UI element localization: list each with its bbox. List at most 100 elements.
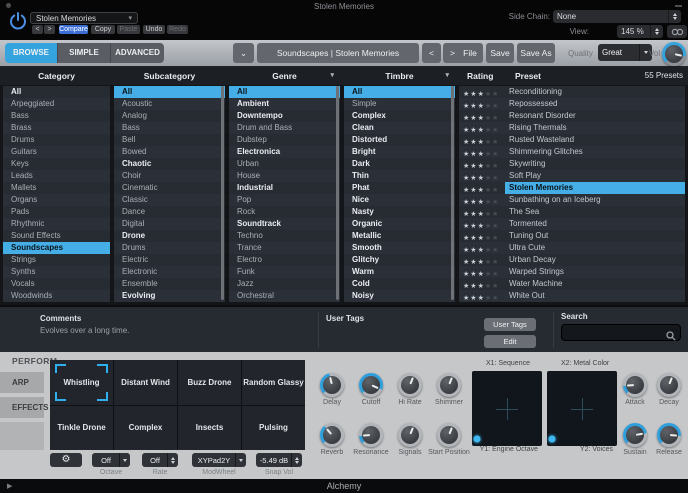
side-chain-dropdown[interactable]: None xyxy=(553,10,681,23)
category-item[interactable]: Strings xyxy=(3,254,110,266)
tab-arp[interactable]: ARP xyxy=(0,372,44,393)
preset-name[interactable]: Soft Play xyxy=(505,170,685,182)
genre-item[interactable]: Techno xyxy=(229,230,340,242)
next-preset-button[interactable]: > xyxy=(44,25,55,34)
tab-effects[interactable]: EFFECTS xyxy=(0,397,48,418)
subcategory-item[interactable]: Drone xyxy=(114,230,225,242)
genre-item[interactable]: Ambient xyxy=(229,98,340,110)
category-item[interactable]: Keys xyxy=(3,158,110,170)
category-item[interactable]: Rhythmic xyxy=(3,218,110,230)
control-button[interactable]: ⚙ Off xyxy=(92,453,130,467)
snapshot-pad[interactable]: Buzz Drone xyxy=(178,360,241,405)
preset-name[interactable]: Stolen Memories xyxy=(505,182,685,194)
timbre-item[interactable]: Thin xyxy=(344,170,455,182)
search-icon[interactable] xyxy=(666,328,676,346)
genre-item[interactable]: Soundtrack xyxy=(229,218,340,230)
preset-name[interactable]: Urban Decay xyxy=(505,254,685,266)
timbre-item[interactable]: Organic xyxy=(344,218,455,230)
redo-button[interactable]: Redo xyxy=(167,25,188,34)
xy-dot[interactable] xyxy=(548,435,556,443)
chevron-down-icon[interactable]: ▾ xyxy=(330,67,334,85)
genre-item[interactable]: Dubstep xyxy=(229,134,340,146)
preset-name[interactable]: Shimmering Glitches xyxy=(505,146,685,158)
prev-preset-nav-button[interactable]: < xyxy=(422,43,441,63)
preset-browser-chevron-button[interactable]: ⌄ xyxy=(233,43,254,63)
view-zoom-dropdown[interactable]: 145 % xyxy=(617,25,663,38)
category-item[interactable]: Vocals xyxy=(3,278,110,290)
xy-pad[interactable] xyxy=(472,371,542,446)
genre-item[interactable]: Orchestral xyxy=(229,290,340,302)
genre-item[interactable]: Drum and Bass xyxy=(229,122,340,134)
genre-item[interactable]: Industrial xyxy=(229,182,340,194)
subcategory-item[interactable]: Cinematic xyxy=(114,182,225,194)
timbre-item[interactable]: Glitchy xyxy=(344,254,455,266)
snapshot-pad[interactable]: Pulsing xyxy=(242,405,305,450)
category-item[interactable]: Mallets xyxy=(3,182,110,194)
subcategory-item[interactable]: Bass xyxy=(114,122,225,134)
genre-item[interactable]: Electro xyxy=(229,254,340,266)
preset-name[interactable]: Rising Thermals xyxy=(505,122,685,134)
category-item[interactable]: Pads xyxy=(3,206,110,218)
genre-item[interactable]: Electronica xyxy=(229,146,340,158)
preset-name[interactable]: Repossessed xyxy=(505,98,685,110)
file-button[interactable]: File xyxy=(457,43,483,63)
subcategory-item[interactable]: Chaotic xyxy=(114,158,225,170)
paste-button[interactable]: Paste xyxy=(117,25,140,34)
subcategory-item[interactable]: Drums xyxy=(114,242,225,254)
copy-button[interactable]: Copy xyxy=(91,25,115,34)
timbre-item[interactable]: Metallic xyxy=(344,230,455,242)
volume-knob[interactable] xyxy=(662,42,686,66)
timbre-item[interactable]: Phat xyxy=(344,182,455,194)
subcategory-item[interactable]: Classic xyxy=(114,194,225,206)
snapshot-pad[interactable]: Complex xyxy=(114,405,177,450)
timbre-item[interactable]: Nasty xyxy=(344,206,455,218)
category-item[interactable]: Drums xyxy=(3,134,110,146)
timbre-item[interactable]: All xyxy=(344,86,455,98)
genre-item[interactable]: Urban xyxy=(229,158,340,170)
subcategory-item[interactable]: Dance xyxy=(114,206,225,218)
preset-name[interactable]: Sunbathing on an Iceberg xyxy=(505,194,685,206)
preset-path-display[interactable]: Soundscapes | Stolen Memories xyxy=(257,43,419,63)
subcategory-scrollbar[interactable] xyxy=(221,86,224,300)
subcategory-item[interactable]: Electric xyxy=(114,254,225,266)
user-tags-button[interactable]: User Tags xyxy=(484,318,536,331)
subcategory-item[interactable]: Ensemble xyxy=(114,278,225,290)
power-button[interactable] xyxy=(8,11,28,31)
preset-name[interactable]: Rusted Wasteland xyxy=(505,134,685,146)
preset-name[interactable]: Tormented xyxy=(505,218,685,230)
subcategory-item[interactable]: All xyxy=(114,86,225,98)
genre-item[interactable]: Jazz xyxy=(229,278,340,290)
snapshot-pad[interactable]: Tinkle Drone xyxy=(50,405,113,450)
envelope-knob[interactable] xyxy=(623,373,647,397)
snapshot-pad[interactable]: Insects xyxy=(178,405,241,450)
view-tab[interactable]: BROWSE xyxy=(5,43,58,63)
macro-knob[interactable] xyxy=(437,373,461,397)
category-item[interactable]: All xyxy=(3,86,110,98)
save-button[interactable]: Save xyxy=(486,43,514,63)
timbre-item[interactable]: Bright xyxy=(344,146,455,158)
timbre-item[interactable]: Distorted xyxy=(344,134,455,146)
compare-button[interactable]: Compare xyxy=(59,25,88,34)
xy-dot[interactable] xyxy=(473,435,481,443)
preset-name[interactable]: Resonant Disorder xyxy=(505,110,685,122)
preset-name-dropdown[interactable]: Stolen Memories ▾ xyxy=(30,12,138,24)
category-item[interactable]: Soundscapes xyxy=(3,242,110,254)
macro-knob[interactable] xyxy=(437,423,461,447)
preset-row[interactable]: ★★★★★ White Out xyxy=(459,290,685,302)
envelope-knob[interactable] xyxy=(657,423,681,447)
category-item[interactable]: Brass xyxy=(3,122,110,134)
rating-stars[interactable]: ★★★★★ xyxy=(459,287,505,305)
timbre-item[interactable]: Cold xyxy=(344,278,455,290)
genre-item[interactable]: House xyxy=(229,170,340,182)
category-item[interactable]: Leads xyxy=(3,170,110,182)
edit-tags-button[interactable]: Edit xyxy=(484,335,536,348)
category-item[interactable]: Sound Effects xyxy=(3,230,110,242)
preset-name[interactable]: White Out xyxy=(505,290,685,302)
genre-item[interactable]: Pop xyxy=(229,194,340,206)
genre-scrollbar[interactable] xyxy=(336,86,339,300)
timbre-item[interactable]: Clean xyxy=(344,122,455,134)
category-item[interactable]: Arpeggiated xyxy=(3,98,110,110)
preset-name[interactable]: The Sea xyxy=(505,206,685,218)
genre-item[interactable]: Downtempo xyxy=(229,110,340,122)
preset-name[interactable]: Water Machine xyxy=(505,278,685,290)
